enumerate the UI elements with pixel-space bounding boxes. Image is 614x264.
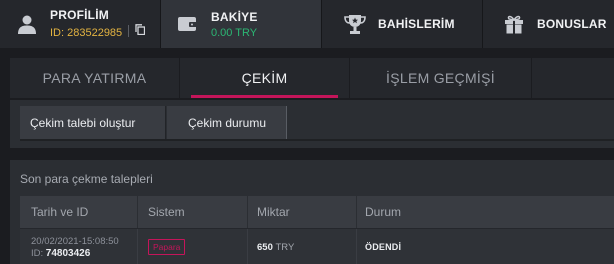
tab-withdraw[interactable]: ÇEKİM	[180, 58, 350, 98]
account-top-nav: PROFİLİM ID: 283522985 BAKİYE 0.00 TRY B…	[0, 0, 614, 48]
column-header-date: Tarih ve ID	[20, 196, 138, 228]
nav-balance-label: BAKİYE	[211, 9, 258, 24]
request-date: 20/02/2021-15:08:50	[31, 235, 119, 247]
amount-value: 650	[257, 241, 273, 253]
amount-cell: 650 TRY	[248, 229, 357, 264]
withdraw-subtabs: Çekim talebi oluştur Çekim durumu	[10, 100, 614, 148]
payment-system-badge: Papara	[148, 238, 186, 256]
nav-bonus-label: BONUSLAR	[537, 17, 607, 31]
table-header: Tarih ve ID Sistem Miktar Durum	[20, 196, 614, 228]
subtab-request-status[interactable]: Çekim durumu	[167, 106, 287, 139]
tab-extra[interactable]	[532, 58, 614, 98]
status-badge: ÖDENDİ	[365, 242, 402, 252]
system-cell: Papara	[138, 229, 248, 264]
nav-profile[interactable]: PROFİLİM ID: 283522985	[0, 0, 161, 48]
tab-history[interactable]: İŞLEM GEÇMİŞİ	[350, 58, 532, 98]
column-header-amount: Miktar	[248, 196, 357, 228]
requests-table: Tarih ve ID Sistem Miktar Durum 20/02/20…	[20, 196, 614, 264]
nav-balance[interactable]: BAKİYE 0.00 TRY	[161, 0, 322, 48]
user-icon	[14, 11, 40, 37]
transaction-tabs: PARA YATIRMA ÇEKİM İŞLEM GEÇMİŞİ	[10, 58, 614, 98]
table-row[interactable]: 20/02/2021-15:08:50 ID: 74803426 Papara …	[20, 228, 614, 264]
gift-icon	[501, 11, 527, 37]
divider	[20, 139, 614, 141]
request-id-prefix: ID:	[31, 247, 44, 259]
date-id-cell: 20/02/2021-15:08:50 ID: 74803426	[20, 229, 138, 264]
column-header-status: Durum	[365, 205, 402, 219]
nav-bets-label: BAHİSLERİM	[378, 17, 455, 31]
request-amount: 650 TRY	[257, 242, 294, 253]
recent-requests-panel: Son para çekme talepleri Tarih ve ID Sis…	[10, 160, 614, 264]
wallet-icon	[175, 11, 201, 37]
subtab-create-request[interactable]: Çekim talebi oluştur	[20, 106, 166, 139]
user-id-text: ID: 283522985	[50, 26, 123, 39]
divider	[128, 25, 130, 37]
balance-amount: 0.00 TRY	[211, 26, 258, 39]
nav-bets[interactable]: BAHİSLERİM	[322, 0, 483, 48]
status-cell: ÖDENDİ	[357, 229, 614, 264]
nav-bonus[interactable]: BONUSLAR	[483, 0, 614, 48]
panel-title: Son para çekme talepleri	[20, 172, 153, 186]
request-id: 74803426	[45, 247, 91, 259]
amount-currency: TRY	[275, 241, 295, 253]
trophy-icon	[342, 11, 368, 37]
tab-deposit[interactable]: PARA YATIRMA	[10, 58, 180, 98]
copy-icon[interactable]	[135, 22, 146, 40]
nav-profile-label: PROFİLİM	[50, 8, 109, 22]
request-id-line: ID: 74803426	[31, 248, 90, 259]
column-header-system: Sistem	[138, 196, 248, 228]
